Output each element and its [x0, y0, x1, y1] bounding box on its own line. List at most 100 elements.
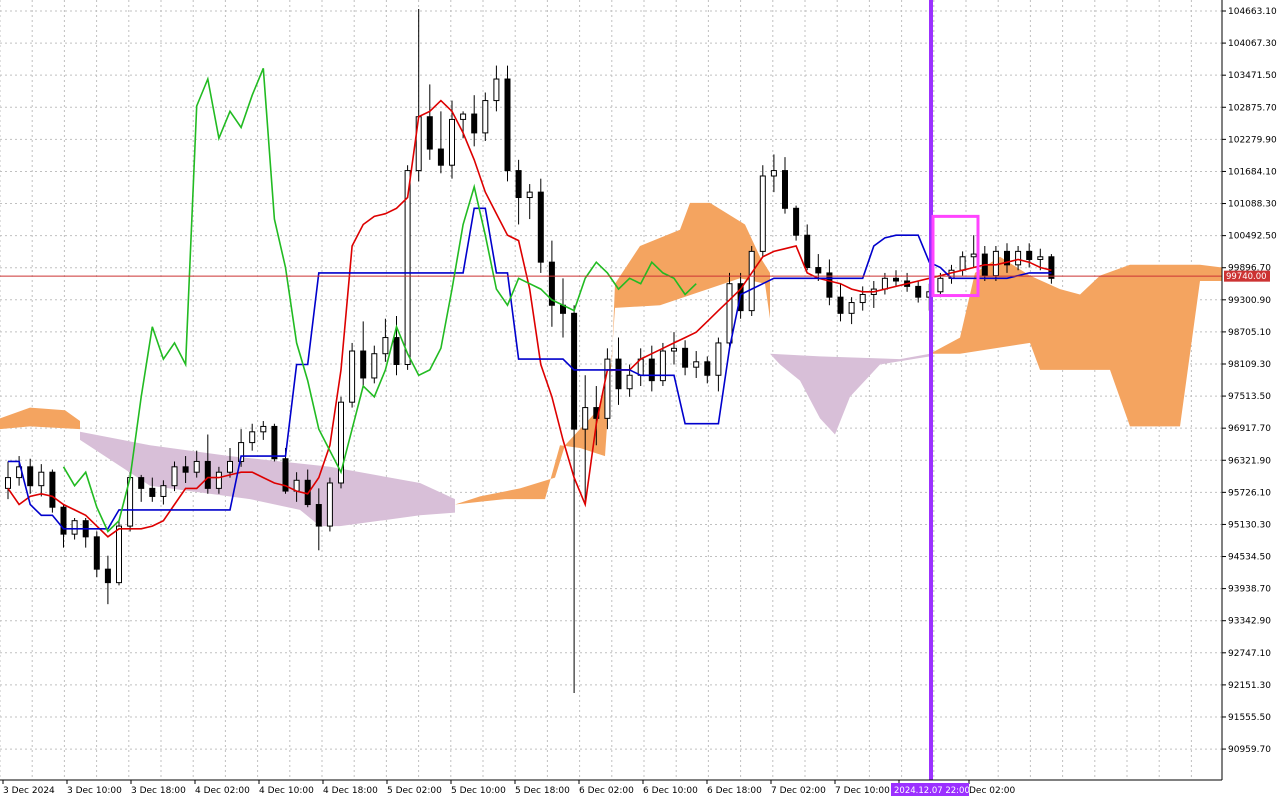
candle [748, 245, 755, 317]
candle-body [1026, 250, 1033, 260]
candle-body [893, 277, 899, 282]
candle-body [116, 525, 122, 584]
candle-body [615, 358, 622, 390]
candle-body [104, 568, 111, 584]
candle-body [970, 253, 977, 258]
candle-body [71, 520, 78, 535]
candle-body [315, 504, 322, 527]
time-tick-label: Dec 02:00 [969, 786, 1015, 796]
candle [338, 396, 344, 489]
candle-body [571, 312, 578, 430]
candle-body [193, 460, 200, 473]
candle-body [360, 350, 367, 379]
time-tick-label: 4 Dec 10:00 [259, 786, 314, 796]
candle-body [182, 466, 189, 473]
price-tick-label: 90959.70 [1228, 745, 1271, 755]
price-tick-label: 103471.50 [1228, 71, 1277, 81]
price-tick-label: 93938.70 [1228, 585, 1271, 595]
candle-body [271, 425, 278, 460]
price-tick-label: 96321.90 [1228, 456, 1271, 466]
time-tick-label: 3 Dec 2024 [3, 786, 55, 796]
candle-body [782, 170, 788, 209]
price-tick-label: 97513.50 [1228, 392, 1271, 402]
price-tick-label: 99300.90 [1228, 296, 1271, 306]
candle-body [249, 431, 256, 444]
time-tick-label: 6 Dec 10:00 [643, 786, 698, 796]
candle-body [171, 466, 178, 487]
candle-body [526, 191, 533, 199]
price-tick-label: 95726.10 [1228, 488, 1271, 498]
candle-body [671, 347, 677, 352]
ichimoku-chart: 104663.10 104067.30 103471.50 102875.70 1022… [0, 0, 1280, 800]
price-tick-label: 102875.70 [1228, 103, 1277, 113]
candle-body [626, 374, 633, 390]
candle [349, 342, 356, 408]
candle-body [604, 358, 611, 419]
candle-body [937, 277, 944, 293]
candle-body [426, 116, 433, 150]
candle-body [648, 358, 655, 382]
candle-body [215, 471, 222, 489]
time-tick-label: 5 Dec 02:00 [387, 786, 442, 796]
candle-body [504, 78, 511, 172]
time-tick-label: 5 Dec 18:00 [515, 786, 570, 796]
candle-body [804, 234, 811, 269]
price-tick-label: 93342.90 [1228, 617, 1271, 627]
chart-background [0, 0, 1280, 800]
candle-body [38, 471, 45, 487]
candle-body [371, 353, 378, 379]
time-tick-label: 7 Dec 02:00 [771, 786, 826, 796]
candle-body [582, 407, 589, 430]
candle-body [537, 191, 544, 263]
candle-body [349, 350, 356, 403]
candle [127, 472, 134, 532]
price-tick-label: 98705.10 [1228, 328, 1271, 338]
candle-body [682, 347, 689, 368]
candle-body [815, 267, 822, 274]
candle-body [726, 283, 733, 344]
time-tick-label: 4 Dec 18:00 [323, 786, 378, 796]
cursor-time-tag: 2024.12.07 22:00 [891, 783, 970, 796]
time-tick-label: 3 Dec 18:00 [131, 786, 186, 796]
price-tick-label: 104067.30 [1228, 39, 1277, 49]
candle-body [449, 118, 455, 166]
time-tick-label: 6 Dec 18:00 [707, 786, 762, 796]
candle-body [460, 113, 467, 120]
candle-body [837, 296, 844, 314]
candle-body [1015, 250, 1022, 266]
candle-body [27, 466, 34, 487]
price-tick-label: 102279.90 [1228, 135, 1277, 145]
price-tick-label: 96917.70 [1228, 424, 1271, 434]
candle [537, 178, 544, 273]
candle-body [1048, 256, 1055, 279]
candle-body [793, 207, 800, 236]
candle [604, 348, 611, 430]
candle-body [704, 361, 711, 376]
time-tick-label: 7 Dec 10:00 [835, 786, 890, 796]
current-price-label: 99740.00 [1226, 272, 1267, 282]
candle [49, 469, 56, 513]
candle-body [482, 100, 489, 134]
time-tick-label: 4 Dec 02:00 [195, 786, 250, 796]
candle-body [959, 256, 966, 271]
candle-body [149, 487, 156, 497]
price-tick-label: 101684.10 [1228, 167, 1277, 177]
price-tick-label: 101088.30 [1228, 200, 1277, 210]
price-tick-label: 95130.30 [1228, 520, 1271, 530]
candle [759, 165, 766, 257]
candle-body [260, 425, 267, 433]
time-tick-label: 5 Dec 10:00 [451, 786, 506, 796]
candle-body [759, 175, 766, 252]
candle-body [382, 337, 389, 355]
candle-body [227, 460, 233, 473]
candle-body [515, 170, 522, 199]
price-tick-label: 100492.50 [1228, 232, 1277, 242]
price-tick-label: 92747.10 [1228, 649, 1271, 659]
candle-body [881, 277, 888, 290]
candle-body [748, 250, 755, 312]
candle-body [204, 460, 211, 489]
candle-body [160, 485, 167, 497]
candle-body [471, 113, 478, 134]
candle-body [138, 477, 145, 489]
candle-body [493, 78, 500, 102]
